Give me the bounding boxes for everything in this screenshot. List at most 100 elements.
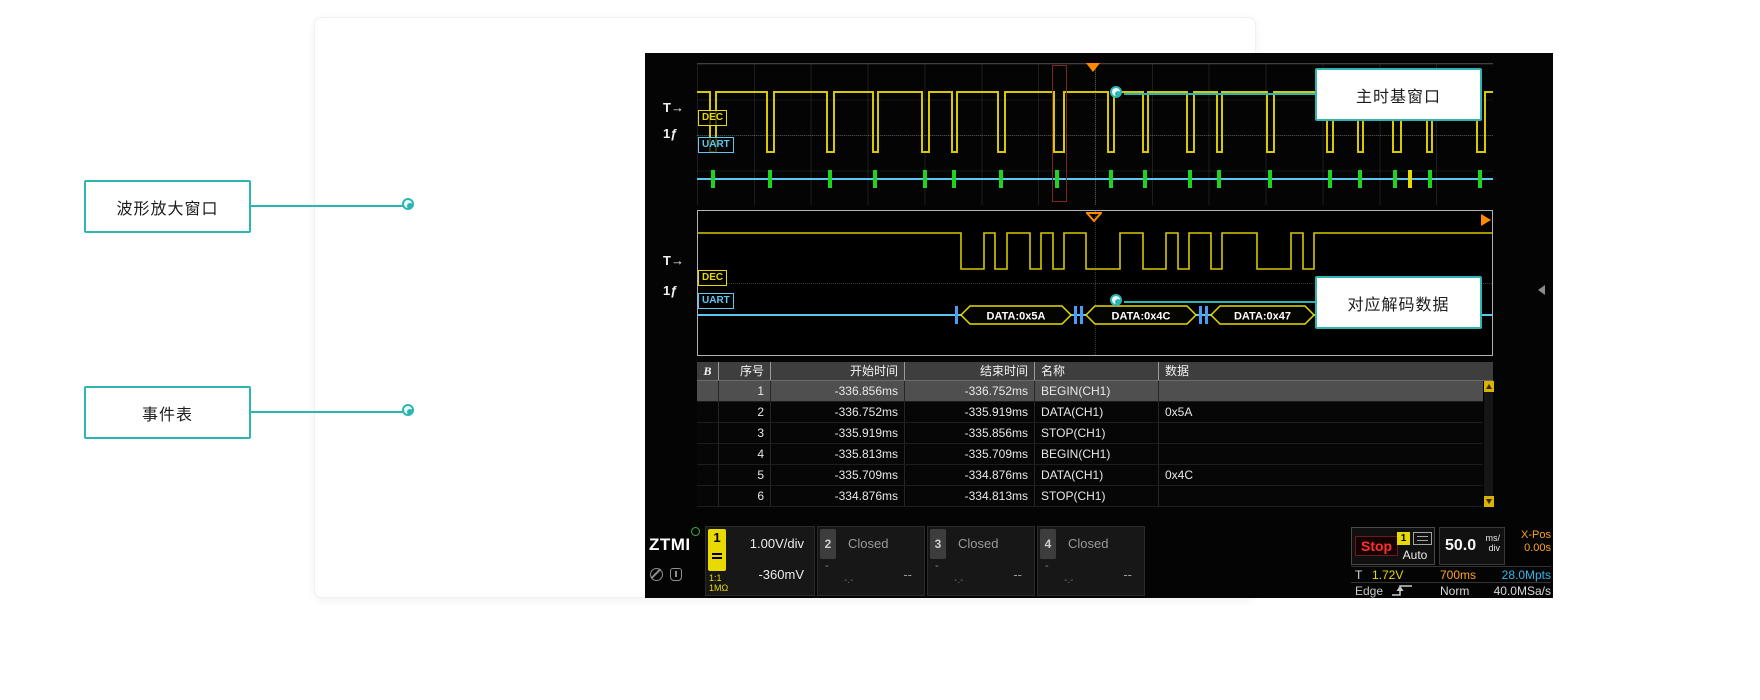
trigger-t-label: T: [1355, 568, 1362, 582]
channel-2-panel[interactable]: 2 - Closed -- -.-: [817, 526, 925, 596]
ch1-position-marker: 1ƒ: [663, 126, 677, 141]
channel-2-sub: -.-: [844, 575, 853, 586]
ch1-volts-per-div: 1.00V/div: [750, 536, 804, 551]
xpos-readout: X-Pos 0.00s: [1507, 529, 1551, 555]
table-row[interactable]: 6-334.876ms-334.813msSTOP(CH1): [697, 486, 1483, 507]
channel-2-state: Closed: [848, 536, 888, 551]
channel-2-tab[interactable]: 2: [820, 529, 836, 559]
svg-text:DATA:0x47: DATA:0x47: [1234, 311, 1291, 323]
table-row[interactable]: 1-336.856ms-336.752msBEGIN(CH1): [697, 381, 1483, 402]
dec-label: DEC: [698, 110, 727, 126]
channel-1-number: 1: [708, 529, 726, 547]
callout-zoom-window: 波形放大窗口: [84, 180, 251, 233]
memory-depth: 28.0Mpts: [1475, 568, 1551, 582]
statusbar-divider: [1351, 582, 1551, 583]
sample-rate: 40.0MSa/s: [1475, 584, 1551, 598]
channel-3-sub: -.-: [954, 575, 963, 586]
trigger-sweep-mode: Norm: [1440, 584, 1469, 598]
probe-icon[interactable]: [650, 568, 663, 581]
callout-dot-zoom-window: [402, 198, 414, 210]
col-name: 名称: [1035, 362, 1159, 380]
channel-4-coupling-dash: -: [1045, 560, 1049, 572]
channel-2-value: --: [903, 567, 912, 582]
timebase-unit: ms/ div: [1486, 533, 1501, 553]
ch1-probe-ratio: 1:1: [709, 573, 728, 583]
col-start-time: 开始时间: [771, 362, 905, 380]
svg-text:DATA:0x4C: DATA:0x4C: [1112, 311, 1171, 323]
zoom-selection-rect[interactable]: [1052, 65, 1067, 202]
zoom-uart-label: UART: [698, 293, 734, 309]
decode-bus-icon: B: [703, 364, 711, 378]
channel-3-state: Closed: [958, 536, 998, 551]
callout-line: [1124, 301, 1315, 303]
timebase-box[interactable]: 50.0 ms/ div: [1439, 527, 1505, 565]
event-table: B 序号 开始时间 结束时间 名称 数据 1-336.856ms-336.752…: [697, 362, 1493, 509]
trigger-position-marker[interactable]: [1086, 63, 1100, 72]
uart-label: UART: [698, 137, 734, 153]
channel-3-tab[interactable]: 3: [930, 529, 946, 559]
callout-event-table: 事件表: [84, 386, 251, 439]
callout-dot-event-table: [402, 404, 414, 416]
holdoff-value: 700ms: [1440, 568, 1476, 582]
scroll-up-button[interactable]: [1484, 381, 1494, 392]
channel-2-coupling-dash: -: [825, 560, 829, 572]
channel-4-tab[interactable]: 4: [1040, 529, 1056, 559]
timebase-unit-bottom: div: [1486, 543, 1501, 553]
statusbar-divider: [1351, 566, 1551, 567]
svg-text:DATA:0x5A: DATA:0x5A: [987, 311, 1046, 323]
channel-3-value: --: [1013, 567, 1022, 582]
channel-3-coupling-dash: -: [935, 560, 939, 572]
trigger-level-marker: T→: [663, 100, 684, 115]
channel-1-tab[interactable]: 1: [708, 529, 726, 571]
callout-line: [251, 205, 403, 207]
run-stop-indicator[interactable]: Stop: [1355, 536, 1398, 556]
figure-card: T→ 1ƒ DEC UART DATA:0x5ADATA:0x4CDATA:0x…: [315, 18, 1255, 597]
col-end-time: 结束时间: [905, 362, 1035, 380]
table-row[interactable]: 2-336.752ms-335.919msDATA(CH1)0x5A: [697, 402, 1483, 423]
touch-icon[interactable]: [670, 568, 682, 581]
xpos-label: X-Pos: [1507, 529, 1551, 542]
trigger-status-box[interactable]: Stop 1 Auto: [1351, 527, 1435, 565]
col-index: 序号: [719, 362, 771, 380]
scroll-down-button[interactable]: [1484, 496, 1494, 507]
bus-display-icon: [1413, 532, 1432, 545]
table-row[interactable]: 5-335.709ms-334.876msDATA(CH1)0x4C: [697, 465, 1483, 486]
callout-decode-data: 对应解码数据: [1315, 276, 1482, 329]
zoom-trigger-level-marker: T→: [663, 253, 684, 268]
event-table-header: B 序号 开始时间 结束时间 名称 数据: [697, 362, 1493, 381]
ch1-offset: -360mV: [758, 567, 804, 582]
zoom-right-marker: [1481, 214, 1491, 226]
channel-4-state: Closed: [1068, 536, 1108, 551]
callout-dot-decode-data: [1110, 294, 1122, 306]
channel-3-panel[interactable]: 3 - Closed -- -.-: [927, 526, 1035, 596]
zoom-ch1-position-marker: 1ƒ: [663, 283, 677, 298]
trigger-level-value: 1.72V: [1372, 568, 1403, 582]
callout-line: [251, 411, 403, 413]
page: T→ 1ƒ DEC UART DATA:0x5A DATA:0x4C DATA:0x…: [0, 0, 1760, 700]
dc-coupling-icon: [712, 553, 722, 559]
channel-1-panel[interactable]: 1 1.00V/div -360mV 1:1 1MΩ: [705, 526, 815, 596]
rising-edge-icon: [1391, 584, 1413, 597]
ch1-probe-info: 1:1 1MΩ: [709, 573, 728, 593]
timebase-unit-top: ms/: [1486, 533, 1501, 543]
table-scrollbar[interactable]: [1483, 381, 1493, 507]
callout-dot-main-timebase: [1110, 86, 1122, 98]
callout-main-timebase: 主时基窗口: [1315, 68, 1482, 121]
channel-4-value: --: [1123, 567, 1132, 582]
ch1-impedance: 1MΩ: [709, 583, 728, 593]
trigger-source-badge: 1: [1397, 532, 1410, 545]
channel-4-panel[interactable]: 4 - Closed -- -.-: [1037, 526, 1145, 596]
zoom-trigger-marker: [1086, 212, 1102, 223]
callout-line: [1124, 93, 1315, 95]
trigger-mode: Auto: [1396, 548, 1434, 562]
table-row[interactable]: 4-335.813ms-335.709msBEGIN(CH1): [697, 444, 1483, 465]
table-row[interactable]: 3-335.919ms-335.856msSTOP(CH1): [697, 423, 1483, 444]
edge-label: Edge: [1355, 584, 1383, 598]
brand-badge-icon: [691, 527, 700, 536]
side-panel-handle[interactable]: [1538, 285, 1545, 295]
channel-4-sub: -.-: [1064, 575, 1073, 586]
zoom-dec-label: DEC: [698, 270, 727, 286]
xpos-value: 0.00s: [1507, 542, 1551, 555]
brand-logo: ZTMI: [649, 535, 691, 555]
event-table-body: 1-336.856ms-336.752msBEGIN(CH1)2-336.752…: [697, 381, 1493, 507]
